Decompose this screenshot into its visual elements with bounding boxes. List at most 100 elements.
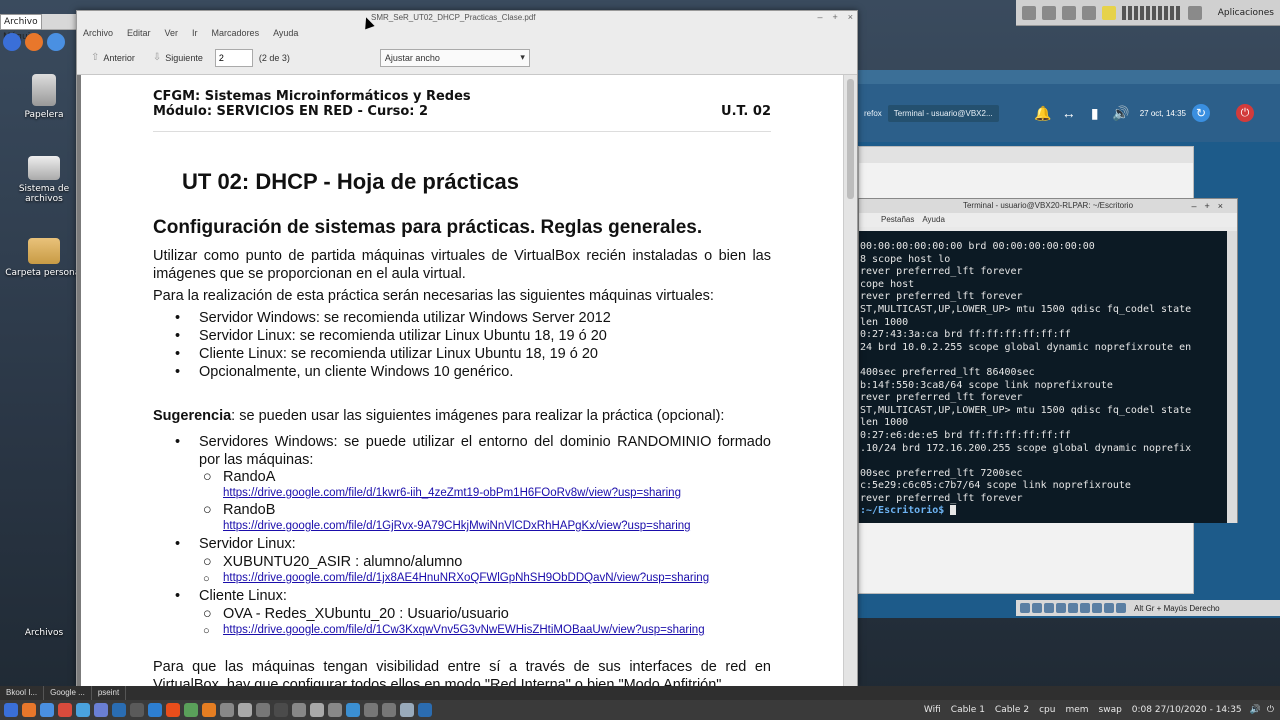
task-item-bkool[interactable]: Bkool I...	[0, 686, 45, 700]
zoom-select[interactable]: Ajustar ancho ▾	[379, 48, 530, 67]
link-xubuntu[interactable]: https://drive.google.com/file/d/1jx8AE4H…	[223, 572, 709, 584]
app-icon[interactable]	[274, 703, 288, 717]
vm-clock[interactable]: 27 oct, 14:35	[1140, 109, 1186, 118]
usb-icon[interactable]	[1068, 603, 1078, 613]
page-number-input[interactable]	[214, 48, 253, 67]
app-icon[interactable]	[328, 703, 342, 717]
power-icon[interactable]: ⏻	[1236, 104, 1254, 122]
vm-task-firefox[interactable]: refox	[858, 109, 888, 118]
menu-ayuda[interactable]: Ayuda	[273, 28, 298, 38]
capture-icon[interactable]	[1104, 603, 1114, 613]
terminal-titlebar[interactable]: Terminal - usuario@VBX20-RLPAR: ~/Escrit…	[859, 199, 1237, 213]
menu-marcadores[interactable]: Marcadores	[212, 28, 260, 38]
app-icon[interactable]	[1062, 5, 1076, 20]
host-top-tray: Aplicaciones	[1016, 0, 1280, 26]
terminal-menu-help[interactable]: Ayuda	[922, 215, 945, 225]
volume-icon[interactable]: 🔊	[1250, 705, 1261, 715]
network-icon[interactable]: ↔	[1059, 103, 1079, 123]
bell-icon[interactable]	[1082, 5, 1096, 20]
chrome-icon[interactable]	[40, 703, 54, 717]
link-randob[interactable]: https://drive.google.com/file/d/1GjRvx-9…	[223, 520, 691, 532]
close-icon[interactable]: ×	[848, 12, 853, 22]
desktop-icon-home[interactable]: Carpeta personal	[4, 238, 84, 278]
app-icon[interactable]	[166, 703, 180, 717]
mouse-icon[interactable]	[1116, 603, 1126, 613]
refresh-icon[interactable]: ↻	[1192, 104, 1210, 122]
settings-icon[interactable]	[130, 703, 144, 717]
task-item-google[interactable]: Google ...	[44, 686, 92, 700]
chrome-icon[interactable]	[47, 33, 65, 51]
volume-icon[interactable]: 🔊	[1111, 103, 1131, 123]
previous-page-button[interactable]: ⇧ Anterior	[85, 50, 141, 65]
vm-task-terminal[interactable]: Terminal - usuario@VBX2...	[887, 104, 999, 122]
disk-icon[interactable]	[1020, 603, 1030, 613]
battery-icon[interactable]: ▮	[1085, 103, 1105, 123]
tray-swap[interactable]: swap	[1097, 705, 1124, 715]
folder-icon[interactable]	[1102, 5, 1116, 20]
task-item-pseint[interactable]: pseint	[92, 686, 127, 700]
app-icon[interactable]	[58, 703, 72, 717]
pdf-scrollbar-thumb[interactable]	[847, 79, 854, 199]
list-item: Cliente Linux: se recomienda utilizar Li…	[175, 345, 771, 363]
menu-icon[interactable]	[4, 703, 18, 717]
app-icon[interactable]	[220, 703, 234, 717]
tray-datetime[interactable]: 0:08 27/10/2020 - 14:35	[1130, 705, 1244, 715]
app-icon[interactable]	[184, 703, 198, 717]
menu-ver[interactable]: Ver	[165, 28, 179, 38]
link-randoa[interactable]: https://drive.google.com/file/d/1kwr6-ii…	[223, 487, 681, 499]
terminal-output[interactable]: 00:00:00:00:00:00 brd 00:00:00:00:00:00 8…	[859, 231, 1229, 523]
menu-icon[interactable]	[3, 33, 21, 51]
terminal-window-buttons[interactable]: –+×	[1191, 199, 1231, 213]
pdf-titlebar[interactable]: SMR_SeR_UT02_DHCP_Practicas_Clase.pdf – …	[77, 11, 857, 25]
workspace-icon[interactable]	[418, 703, 432, 717]
terminal-window[interactable]: Terminal - usuario@VBX20-RLPAR: ~/Escrit…	[858, 198, 1238, 523]
optical-icon[interactable]	[1032, 603, 1042, 613]
app-icon[interactable]	[94, 703, 108, 717]
pdf-viewer-window[interactable]: SMR_SeR_UT02_DHCP_Practicas_Clase.pdf – …	[76, 10, 858, 687]
chrome-icon[interactable]	[202, 703, 216, 717]
app-icon[interactable]	[1042, 5, 1056, 20]
network-icon[interactable]	[1188, 5, 1202, 20]
audio-icon[interactable]	[1044, 603, 1054, 613]
minimize-icon[interactable]: –	[817, 12, 822, 22]
tray-cable2[interactable]: Cable 2	[993, 705, 1031, 715]
terminal-menu-tabs[interactable]: Pestañas	[881, 215, 914, 225]
power-icon[interactable]: ⏻	[1267, 705, 1274, 715]
app-icon[interactable]	[364, 703, 378, 717]
word-icon[interactable]	[112, 703, 126, 717]
app-icon[interactable]	[292, 703, 306, 717]
menu-ir[interactable]: Ir	[192, 28, 198, 38]
terminal-scrollbar[interactable]	[1227, 231, 1237, 523]
app-icon[interactable]	[1022, 5, 1036, 20]
firefox-icon[interactable]	[22, 703, 36, 717]
app-icon[interactable]	[382, 703, 396, 717]
tray-cable1[interactable]: Cable 1	[949, 705, 987, 715]
network-icon[interactable]	[1056, 603, 1066, 613]
tray-cpu[interactable]: cpu	[1037, 705, 1057, 715]
menu-archivo[interactable]: Archivo	[83, 28, 113, 38]
vscode-icon[interactable]	[148, 703, 162, 717]
desktop-icon-trash[interactable]: Papelera	[4, 74, 84, 120]
pdf-document-view[interactable]: CFGM: Sistemas Microinformáticos y Redes…	[77, 75, 857, 687]
desktop-icon-files[interactable]: Archivos	[4, 628, 84, 638]
tray-mem[interactable]: mem	[1063, 705, 1090, 715]
terminal-icon[interactable]	[256, 703, 270, 717]
desktop-icon-filesystem[interactable]: Sistema de archivos	[4, 156, 84, 204]
firefox-icon[interactable]	[25, 33, 43, 51]
virtualbox-icon[interactable]	[346, 703, 360, 717]
tray-wifi[interactable]: Wifi	[922, 705, 943, 715]
app-icon[interactable]	[310, 703, 324, 717]
display-icon[interactable]	[1092, 603, 1102, 613]
shared-folder-icon[interactable]	[1080, 603, 1090, 613]
bell-icon[interactable]: 🔔	[1033, 103, 1053, 123]
link-ova[interactable]: https://drive.google.com/file/d/1Cw3Kxqw…	[223, 624, 705, 636]
menu-editar[interactable]: Editar	[127, 28, 151, 38]
app-icon[interactable]	[76, 703, 90, 717]
host-menu-archivo[interactable]: Archivo	[0, 14, 42, 30]
document-icon[interactable]	[238, 703, 252, 717]
workspace-icon[interactable]	[400, 703, 414, 717]
applications-menu[interactable]: Aplicaciones	[1218, 8, 1274, 18]
next-page-button[interactable]: ⇩ Siguiente	[147, 50, 209, 65]
pdf-scrollbar[interactable]	[843, 75, 857, 687]
maximize-icon[interactable]: +	[832, 12, 837, 22]
